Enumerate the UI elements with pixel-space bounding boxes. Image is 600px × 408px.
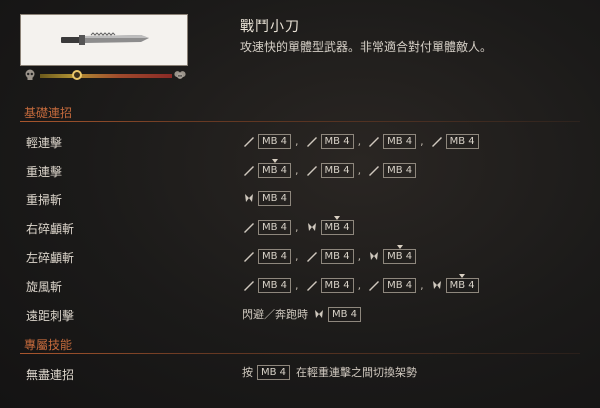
weapon-stat-bar: [24, 68, 190, 82]
mb4-key: MB 4: [320, 277, 354, 293]
combo-description: 在輕重連擊之間切換架勢: [296, 366, 418, 379]
move-name: 右碎顱斬: [26, 222, 75, 236]
light-attack-icon: [306, 252, 317, 262]
separator: ,: [295, 163, 299, 177]
mb4-key: MB 4: [320, 133, 354, 149]
heavy-attack-icon: [307, 223, 316, 231]
mb4-key: MB 4: [258, 190, 292, 206]
separator: ,: [295, 278, 299, 292]
combo-sequence: MB 4, MB 4, MB 4, MB 4: [242, 273, 479, 293]
light-attack-icon: [244, 223, 254, 233]
move-name: 遠距刺擊: [26, 309, 75, 323]
knife-icon: [61, 32, 149, 45]
light-attack-icon: [369, 137, 380, 147]
separator: ,: [295, 249, 299, 263]
move-name: 重掃斬: [26, 193, 63, 207]
light-attack-icon: [244, 166, 254, 176]
stat-marker: [71, 70, 82, 80]
weapon-description: 攻速快的單體型武器。非常適合對付單體敵人。: [240, 40, 493, 54]
move-name: 重連擊: [26, 165, 63, 179]
mb4-key: MB 4: [383, 277, 417, 293]
mb4-key: MB 4: [258, 219, 292, 235]
move-name: 旋風斬: [26, 280, 63, 294]
weapon-image: [20, 14, 188, 66]
mb4-hold-key: MB 4: [258, 158, 292, 178]
section-divider: [20, 121, 580, 122]
move-name: 無盡連招: [26, 368, 75, 382]
skull-group-icon: [174, 71, 186, 79]
mb4-key: MB 4: [328, 306, 362, 322]
light-attack-icon: [306, 166, 317, 176]
stat-track: [40, 74, 172, 78]
separator: ,: [420, 134, 424, 148]
combo-sequence: MB 4: [242, 190, 292, 206]
combo-sequence: 按 MB 4 在輕重連擊之間切換架勢: [242, 364, 421, 380]
light-attack-icon: [306, 137, 317, 147]
mb4-key: MB 4: [258, 133, 292, 149]
light-attack-icon: [244, 281, 254, 291]
mb4-key: MB 4: [258, 248, 292, 264]
separator: ,: [295, 134, 299, 148]
combo-sequence: MB 4, MB 4, MB 4, MB 4: [242, 133, 479, 149]
heavy-attack-icon: [432, 281, 441, 289]
separator: ,: [357, 163, 362, 177]
heavy-attack-icon: [245, 194, 253, 202]
light-attack-icon: [369, 281, 380, 291]
heavy-attack-icon: [370, 252, 379, 260]
section-title-special: 專屬技能: [24, 338, 73, 352]
combo-sequence: 閃避／奔跑時 MB 4: [242, 306, 362, 322]
mb4-key: MB 4: [383, 133, 417, 149]
combo-sequence: MB 4, MB 4: [242, 215, 354, 235]
move-name: 輕連擊: [26, 136, 63, 150]
separator: ,: [420, 278, 424, 292]
skull-icon: [25, 69, 35, 80]
mb4-key: MB 4: [258, 277, 292, 293]
mb4-key: MB 4: [383, 162, 417, 178]
mb4-key: MB 4: [320, 248, 354, 264]
light-attack-icon: [306, 281, 317, 291]
mb4-key: MB 4: [320, 162, 354, 178]
separator: ,: [357, 249, 362, 263]
combo-condition: 閃避／奔跑時: [242, 308, 308, 321]
combo-sequence: MB 4, MB 4, MB 4: [242, 244, 417, 264]
mb4-hold-key: MB 4: [445, 273, 479, 293]
combo-sequence: MB 4, MB 4, MB 4: [242, 158, 417, 178]
mb4-key: MB 4: [445, 133, 479, 149]
move-name: 左碎顱斬: [26, 251, 75, 265]
light-attack-icon: [244, 252, 254, 262]
light-attack-icon: [369, 166, 380, 176]
mb4-hold-key: MB 4: [320, 215, 354, 235]
section-divider: [20, 353, 580, 354]
weapon-name: 戰鬥小刀: [240, 19, 300, 35]
light-attack-icon: [244, 137, 254, 147]
separator: ,: [357, 278, 362, 292]
mb4-hold-key: MB 4: [383, 244, 417, 264]
section-title-basic: 基礎連招: [24, 106, 73, 120]
separator: ,: [295, 220, 299, 234]
light-attack-icon: [431, 137, 442, 147]
combo-prefix: 按: [242, 366, 253, 379]
separator: ,: [357, 134, 362, 148]
heavy-attack-icon: [315, 310, 323, 318]
mb4-key: MB 4: [257, 364, 291, 380]
